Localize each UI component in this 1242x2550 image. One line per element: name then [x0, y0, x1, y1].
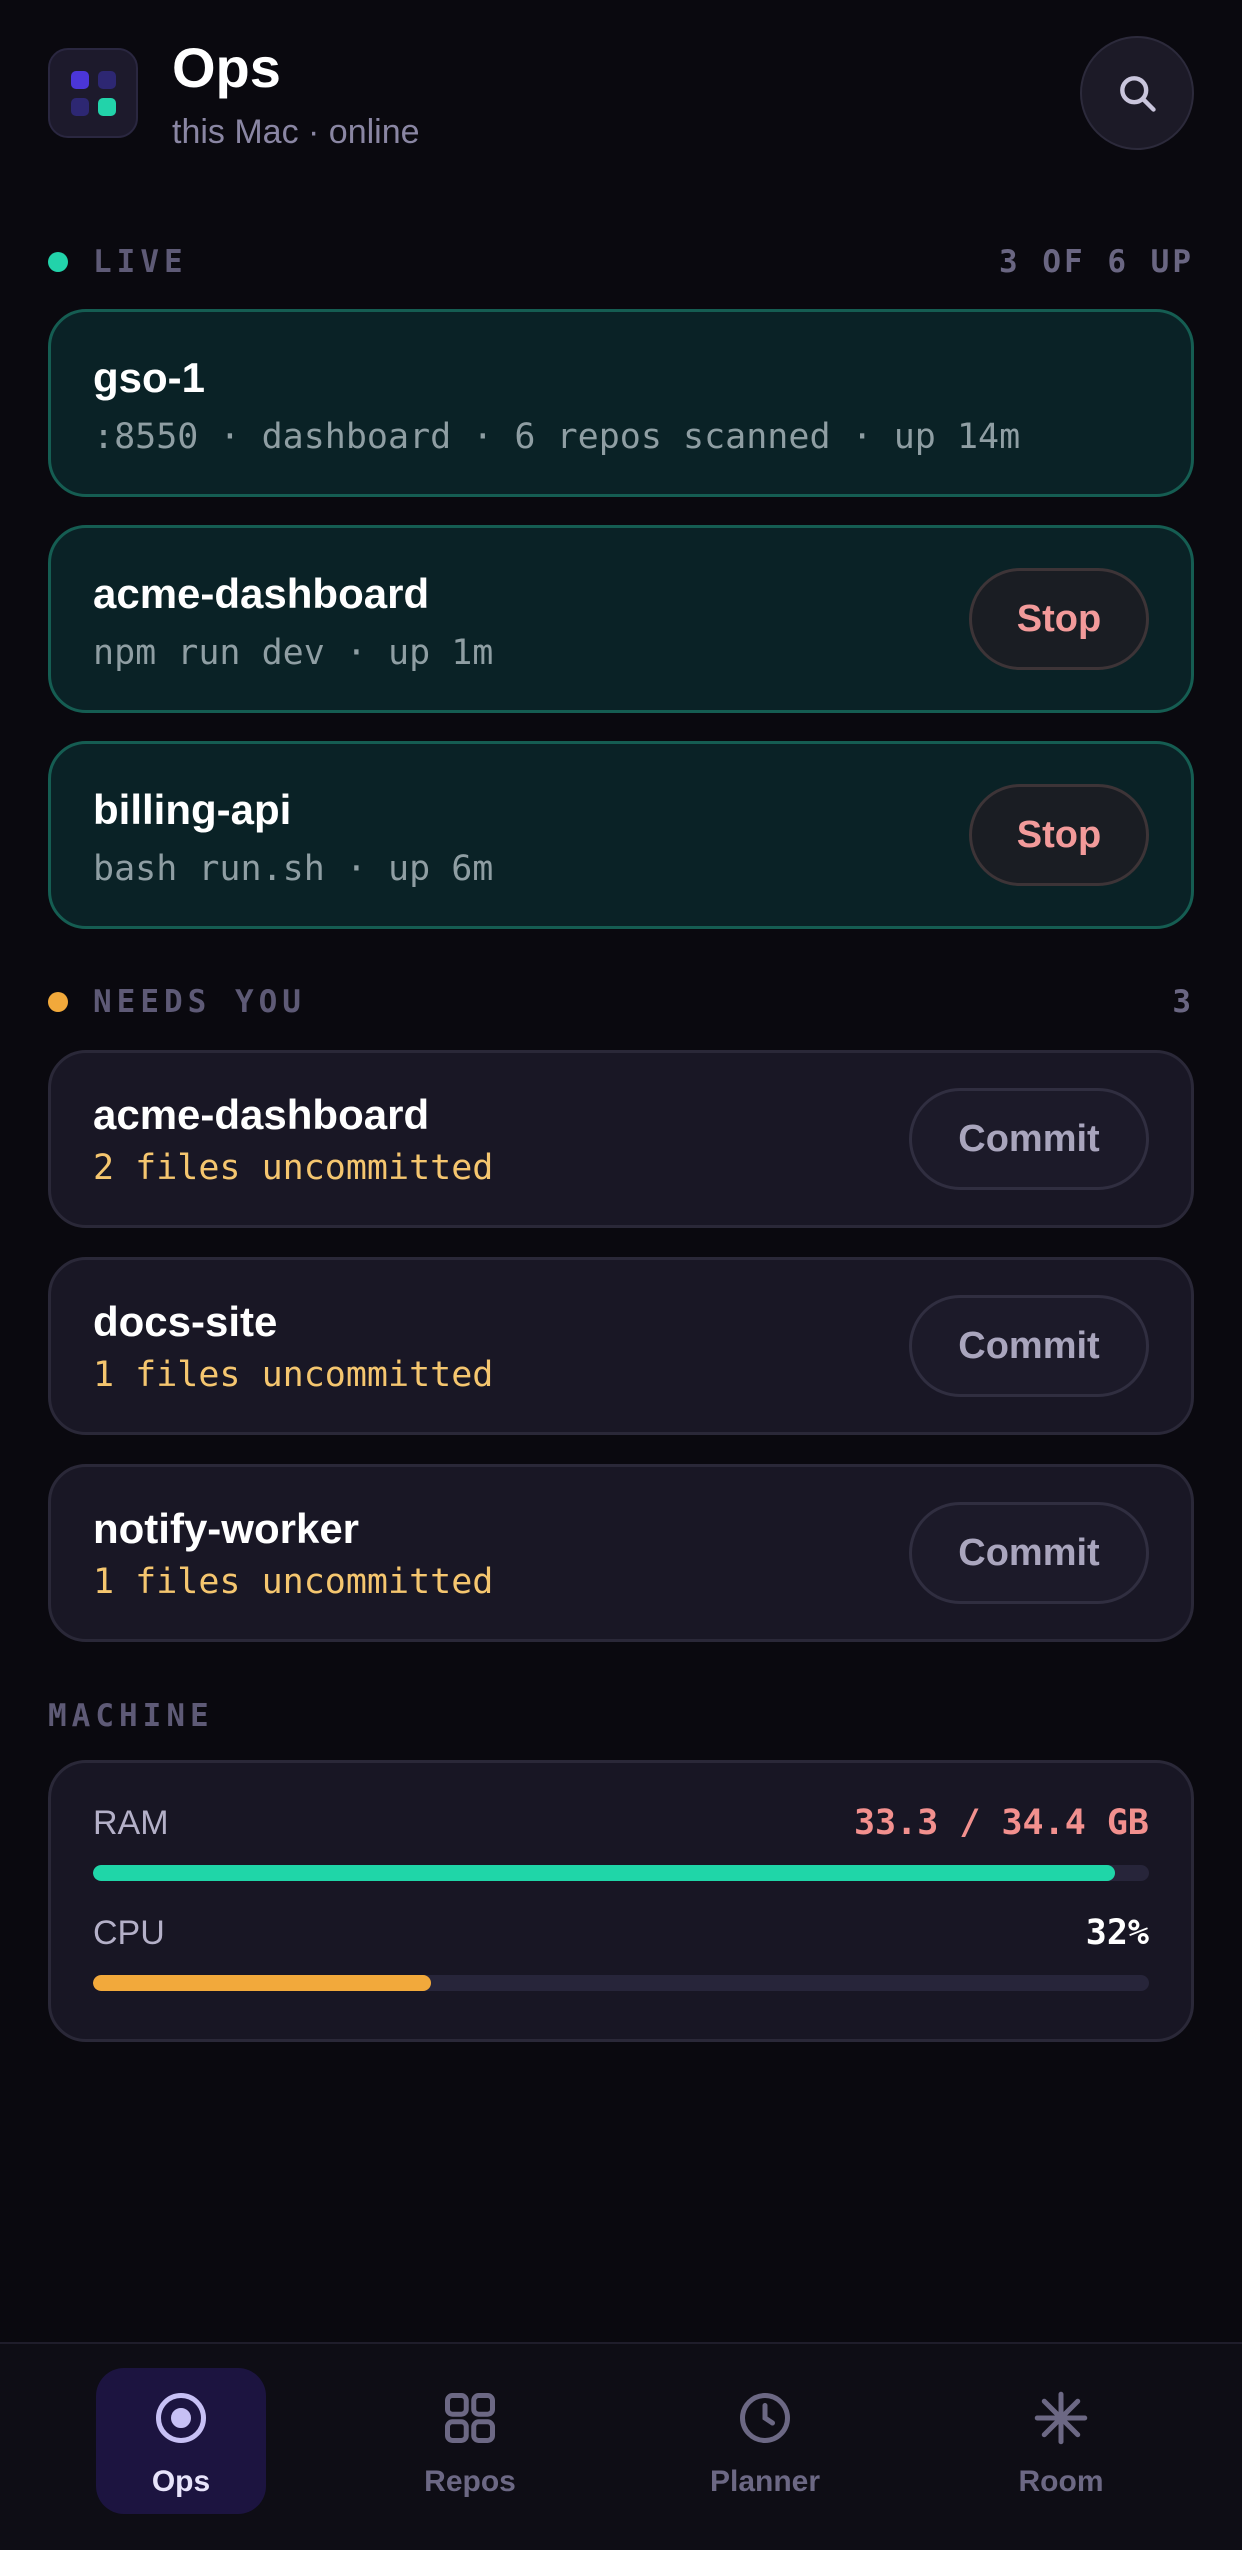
app-grid-icon — [48, 48, 138, 138]
asterisk-icon — [1034, 2391, 1088, 2445]
live-item-card[interactable]: acme-dashboard npm run dev · up 1m Stop — [48, 525, 1194, 713]
needs-item-card[interactable]: acme-dashboard 2 files uncommitted Commi… — [48, 1050, 1194, 1228]
live-item-title: billing-api — [93, 786, 292, 833]
needs-item-card[interactable]: docs-site 1 files uncommitted Commit — [48, 1257, 1194, 1435]
page-subtitle: this Mac · online — [172, 113, 420, 151]
needs-item-meta: 1 files uncommitted — [93, 1355, 494, 1395]
clock-icon — [740, 2393, 790, 2443]
live-item-card[interactable]: gso-1 :8550 · dashboard · 6 repos scanne… — [48, 309, 1194, 497]
search-icon — [1120, 76, 1156, 112]
needs-item-title: docs-site — [93, 1298, 278, 1345]
live-item-title: acme-dashboard — [93, 570, 430, 617]
ram-value: 33.3 / 34.4 GB — [853, 1803, 1149, 1843]
cpu-bar-fill — [93, 1975, 431, 1991]
live-item-meta: :8550 · dashboard · 6 repos scanned · up… — [93, 417, 1021, 457]
live-item-meta: bash run.sh · up 6m — [93, 849, 494, 889]
cpu-label: CPU — [93, 1914, 165, 1952]
needs-status-dot — [48, 992, 68, 1012]
nav-label: Repos — [424, 2465, 516, 2498]
needs-item-title: acme-dashboard — [93, 1091, 430, 1138]
needs-item-meta: 1 files uncommitted — [93, 1562, 494, 1602]
machine-stats-card: RAM 33.3 / 34.4 GB CPU 32% — [48, 1760, 1194, 2042]
ram-label: RAM — [93, 1804, 169, 1842]
needs-item-card[interactable]: notify-worker 1 files uncommitted Commit — [48, 1464, 1194, 1642]
nav-item-planner[interactable]: Planner — [680, 2368, 850, 2514]
machine-section-header: MACHINE — [48, 1696, 1194, 1736]
machine-section-label: MACHINE — [48, 1698, 214, 1734]
page-title: Ops — [172, 36, 281, 99]
live-item-meta: npm run dev · up 1m — [93, 633, 494, 673]
needs-section-label: NEEDS YOU — [93, 984, 306, 1020]
commit-button[interactable]: Commit — [909, 1295, 1149, 1397]
needs-item-meta: 2 files uncommitted — [93, 1148, 494, 1188]
search-button[interactable] — [1080, 36, 1194, 150]
live-status-dot — [48, 252, 68, 272]
live-section-label: LIVE — [93, 244, 188, 280]
nav-label: Ops — [151, 2465, 211, 2498]
commit-button[interactable]: Commit — [909, 1502, 1149, 1604]
nav-label: Room — [1018, 2465, 1104, 2498]
app-header: Ops this Mac · online — [48, 36, 1194, 152]
bottom-nav: Ops Repos Planner Room — [0, 2342, 1242, 2550]
target-icon — [156, 2393, 206, 2443]
nav-label: Planner — [709, 2465, 821, 2498]
nav-item-room[interactable]: Room — [976, 2368, 1146, 2514]
live-count: 3 OF 6 UP — [999, 244, 1194, 280]
cpu-bar — [93, 1975, 1149, 1991]
grid-icon — [445, 2393, 495, 2443]
ram-bar — [93, 1865, 1149, 1881]
stop-button[interactable]: Stop — [969, 784, 1149, 886]
live-section-header: LIVE 3 OF 6 UP — [48, 242, 1194, 282]
nav-item-ops[interactable]: Ops — [96, 2368, 266, 2514]
live-item-card[interactable]: billing-api bash run.sh · up 6m Stop — [48, 741, 1194, 929]
nav-item-repos[interactable]: Repos — [385, 2368, 555, 2514]
live-item-title: gso-1 — [93, 354, 206, 401]
ram-bar-fill — [93, 1865, 1116, 1881]
needs-section-header: NEEDS YOU 3 — [48, 982, 1194, 1022]
cpu-value: 32% — [1085, 1913, 1149, 1953]
commit-button[interactable]: Commit — [909, 1088, 1149, 1190]
stop-button[interactable]: Stop — [969, 568, 1149, 670]
needs-count: 3 — [1172, 984, 1194, 1020]
needs-item-title: notify-worker — [93, 1505, 360, 1552]
